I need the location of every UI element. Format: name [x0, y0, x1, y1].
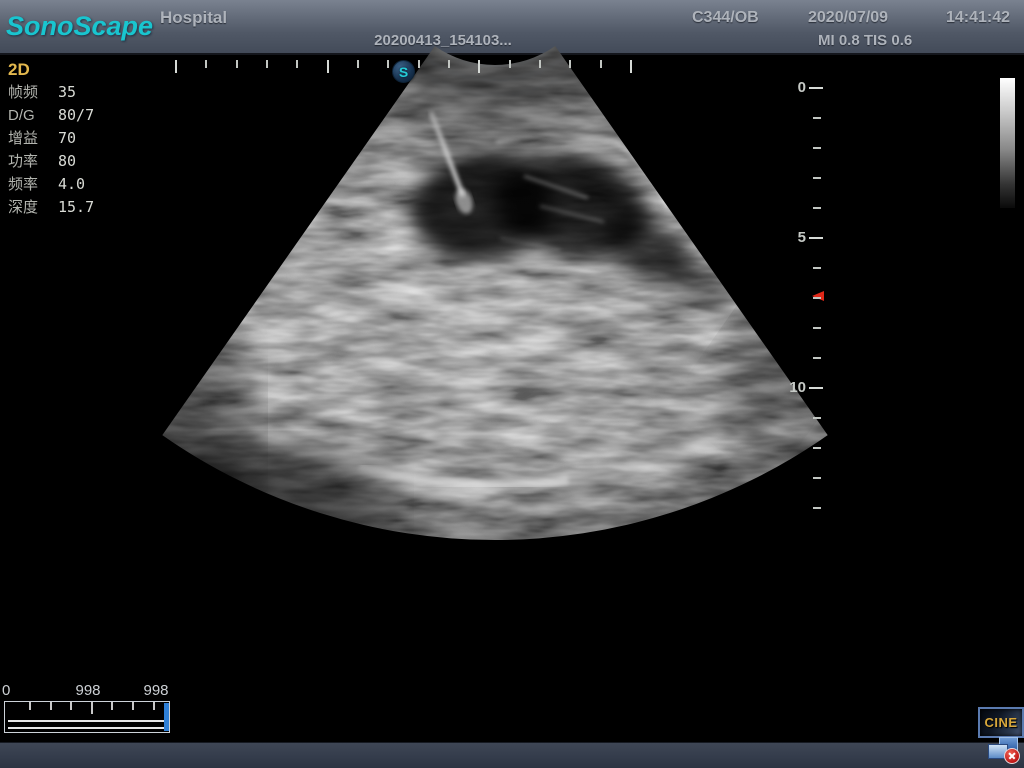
param-label: 增益 — [8, 127, 58, 150]
param-value: 80 — [58, 150, 76, 173]
param-label: 帧频 — [8, 81, 58, 104]
param-value: 4.0 — [58, 173, 85, 196]
param-value: 80/7 — [58, 104, 94, 127]
cine-scrollbar[interactable]: 0 998 998 — [0, 682, 190, 738]
param-row-depth: 深度 15.7 — [8, 196, 94, 219]
bottom-status-bar — [0, 742, 1024, 768]
cine-total-frames: 998 — [128, 682, 184, 699]
param-value: 15.7 — [58, 196, 94, 219]
param-value: 70 — [58, 127, 76, 150]
param-label: D/G — [8, 104, 58, 127]
param-row-framerate: 帧频 35 — [8, 81, 94, 104]
param-row-frequency: 频率 4.0 — [8, 173, 94, 196]
cine-ruler-ticks[interactable] — [4, 701, 170, 733]
ultrasound-screen: 0 5 10 S SonoScape Hospital 20200413_154… — [0, 0, 1024, 768]
ultrasound-fan — [128, 30, 914, 567]
cine-current-frame: 998 — [60, 682, 116, 699]
param-label: 功率 — [8, 150, 58, 173]
cine-track — [8, 720, 164, 729]
orientation-marker-letter: S — [399, 64, 408, 80]
param-label: 深度 — [8, 196, 58, 219]
cine-position-marker[interactable] — [164, 703, 169, 731]
orientation-marker-icon: S — [392, 60, 415, 83]
cine-start-frame: 0 — [2, 682, 10, 699]
cine-button-label: CINE — [984, 715, 1017, 730]
network-disconnected-icon — [986, 737, 1022, 765]
grayscale-bar — [1000, 78, 1015, 208]
error-badge-icon — [1004, 748, 1020, 764]
param-row-gain: 增益 70 — [8, 127, 94, 150]
mode-label: 2D — [8, 59, 94, 81]
param-row-power: 功率 80 — [8, 150, 94, 173]
param-row-dg: D/G 80/7 — [8, 104, 94, 127]
param-label: 频率 — [8, 173, 58, 196]
param-value: 35 — [58, 81, 76, 104]
cine-button[interactable]: CINE — [978, 707, 1024, 738]
image-params-panel: 2D 帧频 35 D/G 80/7 增益 70 功率 80 频率 4.0 深度 … — [8, 59, 94, 219]
ultrasound-image[interactable] — [0, 0, 1024, 768]
